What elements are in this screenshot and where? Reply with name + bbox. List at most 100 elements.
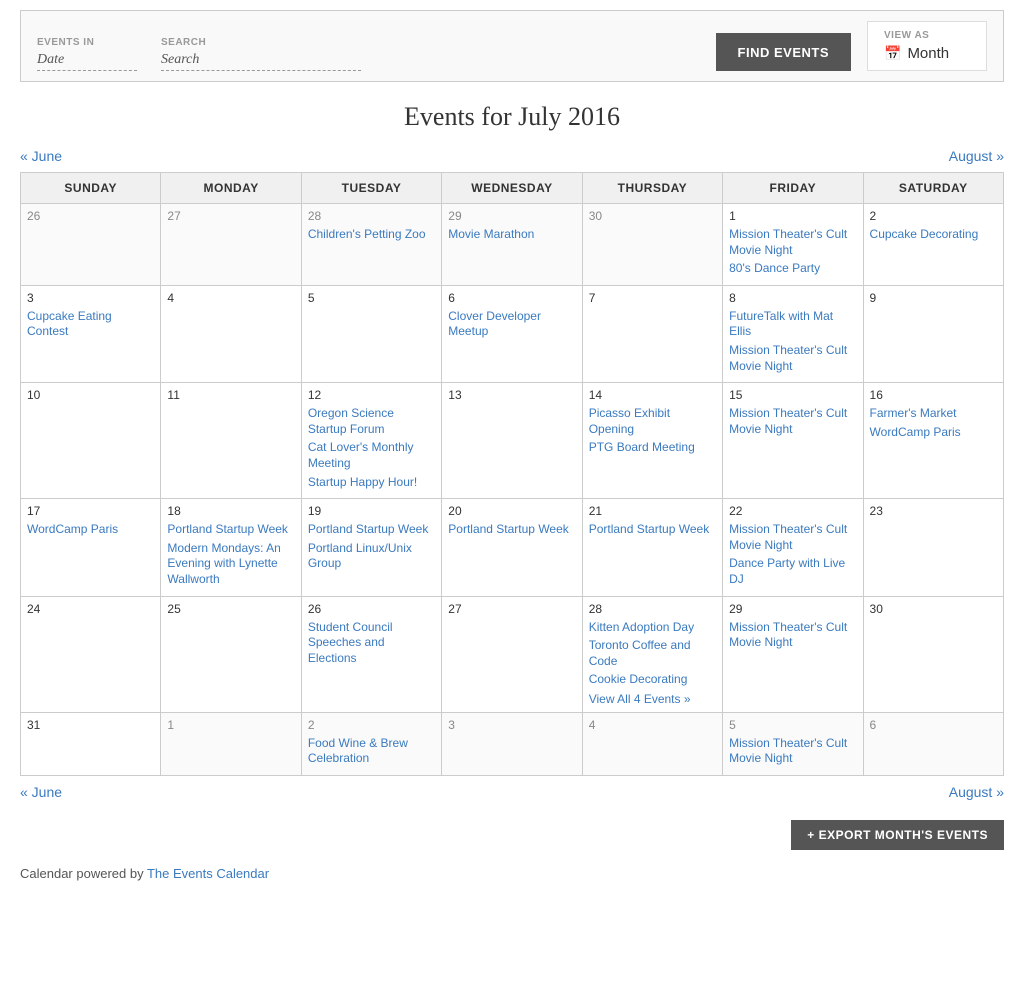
event-link[interactable]: Children's Petting Zoo	[308, 227, 435, 243]
event-link[interactable]: WordCamp Paris	[27, 522, 154, 538]
calendar-day-cell: 17 WordCamp Paris	[21, 499, 161, 596]
footer: Calendar powered by The Events Calendar	[20, 866, 1004, 881]
view-as-value[interactable]: 📅 Month	[884, 45, 970, 62]
calendar-day-cell: 9	[863, 285, 1003, 382]
event-link[interactable]: Portland Startup Week	[448, 522, 575, 538]
calendar-day-cell: 6Clover Developer Meetup	[442, 285, 582, 382]
event-link[interactable]: PTG Board Meeting	[589, 440, 716, 456]
calendar-day-cell: 10	[21, 383, 161, 499]
calendar-day-cell: 3 Cupcake Eating Contest	[21, 285, 161, 382]
day-number: 30	[589, 209, 716, 223]
day-number: 13	[448, 388, 575, 402]
event-link[interactable]: Toronto Coffee and Code	[589, 638, 716, 669]
calendar-col-header: SUNDAY	[21, 173, 161, 204]
event-link[interactable]: Portland Startup Week	[308, 522, 435, 538]
calendar-day-cell: 4	[582, 712, 722, 775]
day-number: 9	[870, 291, 997, 305]
calendar-day-cell: 28Kitten Adoption DayToronto Coffee and …	[582, 596, 722, 712]
event-link[interactable]: Mission Theater's Cult Movie Night	[729, 343, 856, 374]
event-link[interactable]: Food Wine & Brew Celebration	[308, 736, 435, 767]
event-link[interactable]: Cookie Decorating	[589, 672, 716, 688]
event-link[interactable]: Modern Mondays: An Evening with Lynette …	[167, 541, 294, 588]
calendar-week-row: 3112Food Wine & Brew Celebration345Missi…	[21, 712, 1004, 775]
event-link[interactable]: Startup Happy Hour!	[308, 475, 435, 491]
calendar-week-row: 3Cupcake Eating Contest456Clover Develop…	[21, 285, 1004, 382]
calendar-day-cell: 27	[442, 596, 582, 712]
calendar-day-cell: 19 Portland Startup Week Portland Linux/Un…	[301, 499, 441, 596]
day-number: 19	[308, 504, 435, 518]
event-link[interactable]: WordCamp Paris	[870, 425, 997, 441]
event-link[interactable]: Mission Theater's Cult Movie Night	[729, 620, 856, 651]
day-number: 11	[167, 388, 294, 402]
event-link[interactable]: Oregon Science Startup Forum	[308, 406, 435, 437]
day-number: 1	[167, 718, 294, 732]
calendar-day-cell: 29Movie Marathon	[442, 204, 582, 286]
day-number: 28	[308, 209, 435, 223]
page-title: Events for July 2016	[20, 102, 1004, 132]
day-number: 30	[870, 602, 997, 616]
event-link[interactable]: Cat Lover's Monthly Meeting	[308, 440, 435, 471]
calendar-day-cell: 26 Student Council Speeches and Elections	[301, 596, 441, 712]
calendar-day-cell: 29Mission Theater's Cult Movie Night	[723, 596, 863, 712]
calendar-day-cell: 23	[863, 499, 1003, 596]
event-link[interactable]: Movie Marathon	[448, 227, 575, 243]
event-link[interactable]: Student Council Speeches and Elections	[308, 620, 435, 667]
day-number: 1	[729, 209, 856, 223]
day-number: 26	[308, 602, 435, 616]
event-link[interactable]: Mission Theater's Cult Movie Night	[729, 406, 856, 437]
event-link[interactable]: Farmer's Market	[870, 406, 997, 422]
event-link[interactable]: Mission Theater's Cult Movie Night	[729, 736, 856, 767]
view-all-link[interactable]: View All 4 Events »	[589, 692, 691, 706]
top-nav: « June August »	[20, 148, 1004, 164]
event-link[interactable]: 80's Dance Party	[729, 261, 856, 277]
next-month-link-bottom[interactable]: August »	[949, 784, 1004, 800]
event-link[interactable]: FutureTalk with Mat Ellis	[729, 309, 856, 340]
calendar-day-cell: 30	[582, 204, 722, 286]
calendar-col-header: THURSDAY	[582, 173, 722, 204]
day-number: 7	[589, 291, 716, 305]
event-link[interactable]: Cupcake Eating Contest	[27, 309, 154, 340]
event-link[interactable]: Cupcake Decorating	[870, 227, 997, 243]
event-link[interactable]: Dance Party with Live DJ	[729, 556, 856, 587]
event-link[interactable]: Mission Theater's Cult Movie Night	[729, 522, 856, 553]
event-link[interactable]: Portland Startup Week	[589, 522, 716, 538]
event-link[interactable]: Portland Linux/Unix Group	[308, 541, 435, 572]
day-number: 16	[870, 388, 997, 402]
calendar-day-cell: 2Food Wine & Brew Celebration	[301, 712, 441, 775]
prev-month-link-bottom[interactable]: « June	[20, 784, 62, 800]
event-link[interactable]: Picasso Exhibit Opening	[589, 406, 716, 437]
calendar-day-cell: 25	[161, 596, 301, 712]
day-number: 24	[27, 602, 154, 616]
calendar-day-cell: 28 Children's Petting Zoo	[301, 204, 441, 286]
event-link[interactable]: Portland Startup Week	[167, 522, 294, 538]
day-number: 21	[589, 504, 716, 518]
day-number: 3	[27, 291, 154, 305]
calendar-day-cell: 14Picasso Exhibit OpeningPTG Board Meeti…	[582, 383, 722, 499]
events-in-value[interactable]: Date	[37, 52, 137, 71]
calendar-day-cell: 8FutureTalk with Mat EllisMission Theate…	[723, 285, 863, 382]
calendar-day-cell: 1	[161, 712, 301, 775]
export-button[interactable]: + EXPORT MONTH'S EVENTS	[791, 820, 1004, 850]
next-month-link[interactable]: August »	[949, 148, 1004, 164]
calendar-day-cell: 6	[863, 712, 1003, 775]
calendar-col-header: FRIDAY	[723, 173, 863, 204]
find-events-button[interactable]: FIND EVENTS	[716, 33, 851, 71]
calendar-day-cell: 20Portland Startup Week	[442, 499, 582, 596]
calendar-day-cell: 5 Mission Theater's Cult Movie Night	[723, 712, 863, 775]
calendar-table: SUNDAYMONDAYTUESDAYWEDNESDAYTHURSDAYFRID…	[20, 172, 1004, 776]
event-link[interactable]: Clover Developer Meetup	[448, 309, 575, 340]
calendar-header: SUNDAYMONDAYTUESDAYWEDNESDAYTHURSDAYFRID…	[21, 173, 1004, 204]
calendar-day-cell: 15Mission Theater's Cult Movie Night	[723, 383, 863, 499]
search-value[interactable]: Search	[161, 52, 361, 71]
calendar-day-cell: 12Oregon Science Startup ForumCat Lover'…	[301, 383, 441, 499]
day-number: 5	[729, 718, 856, 732]
event-link[interactable]: Mission Theater's Cult Movie Night	[729, 227, 856, 258]
day-number: 27	[167, 209, 294, 223]
day-number: 17	[27, 504, 154, 518]
prev-month-link[interactable]: « June	[20, 148, 62, 164]
event-link[interactable]: Kitten Adoption Day	[589, 620, 716, 636]
calendar-day-cell: 27	[161, 204, 301, 286]
footer-link[interactable]: The Events Calendar	[147, 866, 269, 881]
calendar-day-cell: 3	[442, 712, 582, 775]
calendar-day-cell: 4	[161, 285, 301, 382]
